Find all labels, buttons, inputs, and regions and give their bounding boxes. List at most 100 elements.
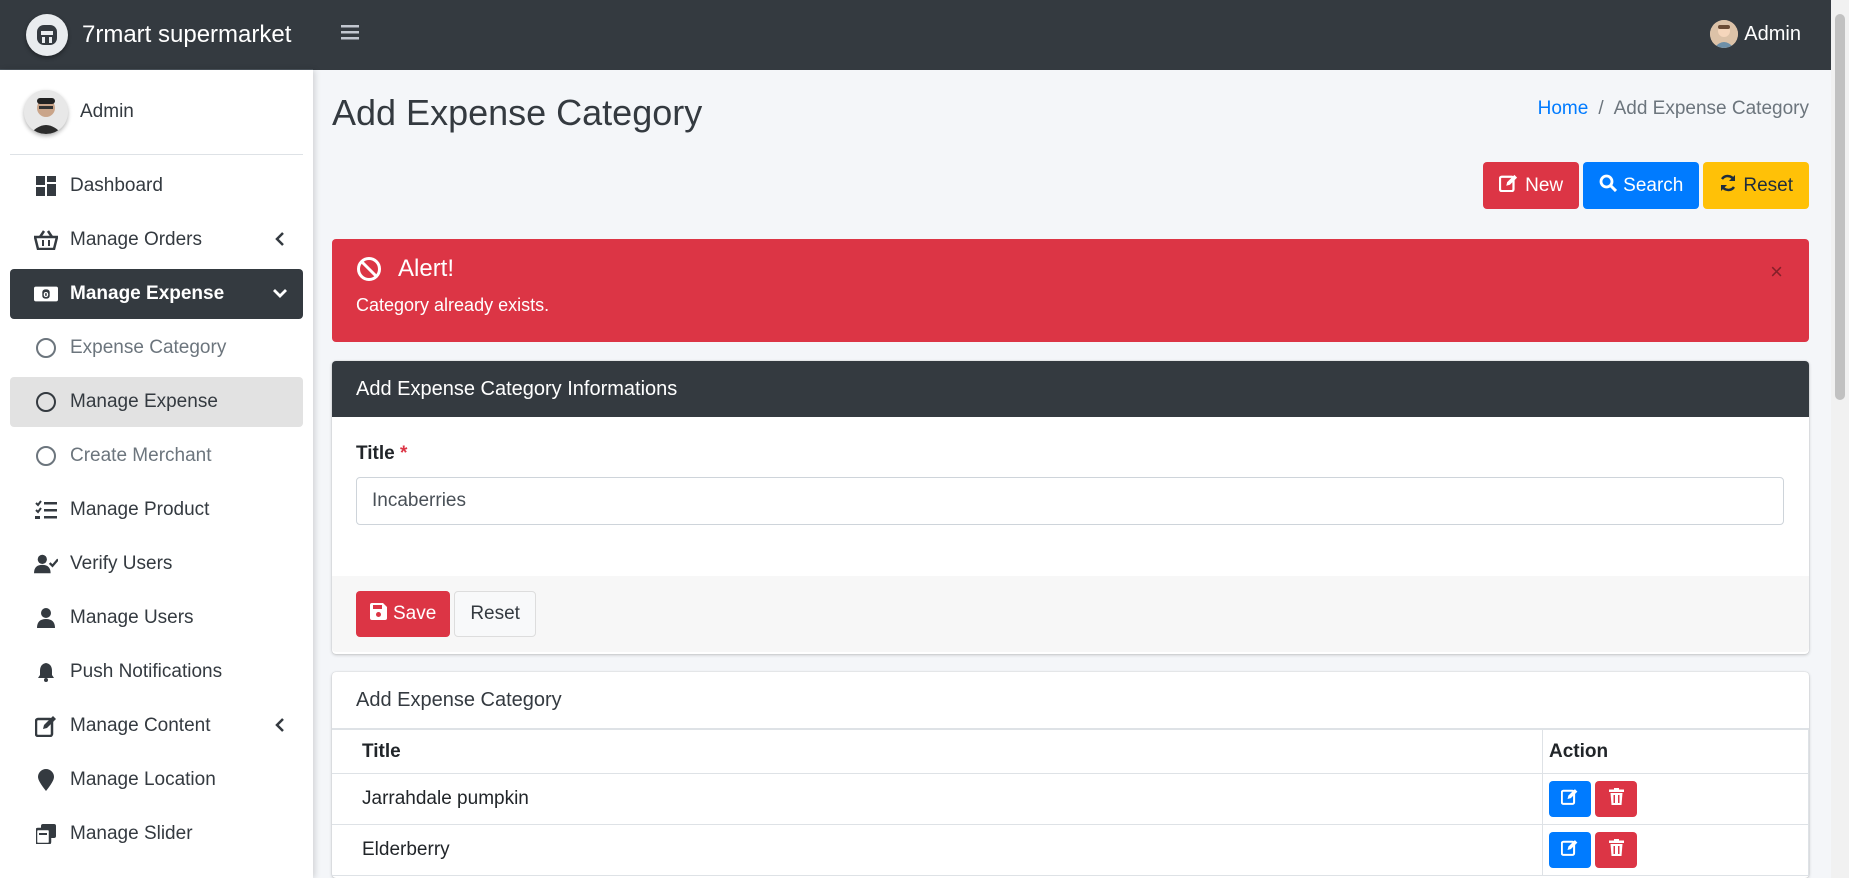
top-user-name: Admin (1744, 22, 1801, 45)
user-icon (34, 606, 58, 630)
svg-text:0: 0 (43, 290, 48, 299)
row-title-cell: Jarrahdale pumpkin (332, 773, 1543, 825)
edit-row-button[interactable] (1549, 781, 1591, 817)
page-title: Add Expense Category (332, 92, 703, 133)
save-button[interactable]: Save (356, 591, 451, 637)
search-icon (1599, 174, 1618, 198)
sidebar-item-dashboard[interactable]: Dashboard (10, 161, 303, 211)
edit-icon (34, 714, 58, 738)
map-marker-icon (34, 768, 58, 792)
sidebar-item-manage-expense[interactable]: 0 Manage Expense (10, 269, 303, 319)
money-icon: 0 (34, 282, 58, 306)
dashboard-icon (34, 174, 58, 198)
breadcrumb: Home / Add Expense Category (1538, 98, 1809, 120)
breadcrumb-current: Add Expense Category (1613, 98, 1809, 119)
hamburger-menu-icon[interactable] (340, 22, 366, 48)
user-avatar-icon (1710, 20, 1739, 48)
sidebar-item-label: Manage Slider (70, 823, 193, 844)
sidebar-item-expense-category[interactable]: Expense Category (10, 323, 303, 373)
sidebar-item-label: Manage Users (70, 607, 194, 628)
required-mark: * (400, 443, 408, 464)
sidebar-item-manage-expense-sub[interactable]: Manage Expense (10, 377, 303, 427)
form-card-header: Add Expense Category Informations (332, 361, 1809, 417)
search-button-label: Search (1623, 174, 1684, 196)
row-action-cell (1542, 824, 1809, 876)
sidebar-item-create-merchant[interactable]: Create Merchant (10, 431, 303, 481)
sidebar-item-manage-location[interactable]: Manage Location (10, 755, 303, 805)
page-actions: New Search Reset (1483, 162, 1809, 209)
chevron-left-icon (271, 230, 289, 248)
circle-icon (34, 336, 58, 360)
sidebar-item-label: Manage Expense (70, 283, 225, 304)
form-footer: Save Reset (332, 576, 1809, 652)
sidebar-item-manage-orders[interactable]: Manage Orders (10, 215, 303, 265)
category-form-card: Add Expense Category Informations Title … (332, 361, 1809, 654)
sidebar-user-name: Admin (80, 101, 134, 122)
basket-icon (34, 228, 58, 252)
table-header-row: Title Action (332, 729, 1809, 774)
top-user-menu[interactable]: Admin (1710, 20, 1801, 48)
circle-icon (34, 444, 58, 468)
sidebar-item-label: Manage Content (70, 715, 211, 736)
brand-link[interactable]: 7rmart supermarket (0, 0, 313, 70)
top-navbar: 7rmart supermarket Admin (0, 0, 1831, 70)
category-table: Title Action Jarrahdale pumpkin Elderber… (332, 729, 1809, 876)
brand-name: 7rmart supermarket (82, 20, 292, 48)
reset-form-button-label: Reset (470, 603, 520, 624)
sidebar-item-manage-content[interactable]: Manage Content (10, 701, 303, 751)
error-alert: Alert! Category already exists. × (332, 239, 1809, 342)
category-table-card: Add Expense Category Title Action Jarrah… (332, 672, 1809, 878)
sidebar-user-panel[interactable]: Admin (10, 70, 303, 155)
sidebar-item-label: Manage Expense (70, 391, 218, 412)
alert-title: Alert! (398, 255, 455, 282)
delete-row-button[interactable] (1595, 832, 1637, 868)
brand-logo-icon (26, 13, 68, 56)
sidebar-item-manage-users[interactable]: Manage Users (10, 593, 303, 643)
trash-icon (1608, 838, 1624, 862)
save-icon (370, 602, 387, 626)
close-icon[interactable]: × (1770, 259, 1783, 285)
table-row: Jarrahdale pumpkin (332, 773, 1809, 825)
edit-row-button[interactable] (1549, 832, 1591, 868)
edit-icon (1560, 839, 1579, 862)
new-button-label: New (1525, 174, 1564, 196)
page-scrollbar[interactable] (1831, 0, 1849, 878)
sidebar-item-label: Create Merchant (70, 445, 212, 466)
trash-icon (1608, 787, 1624, 811)
new-button[interactable]: New (1483, 162, 1580, 209)
sidebar-item-label: Push Notifications (70, 661, 223, 682)
bell-icon (34, 660, 58, 684)
tasks-icon (34, 498, 58, 522)
sidebar-item-label: Dashboard (70, 175, 163, 196)
breadcrumb-separator: / (1598, 98, 1604, 119)
breadcrumb-home-link[interactable]: Home (1538, 98, 1589, 120)
sidebar-item-label: Verify Users (70, 553, 173, 574)
sidebar-item-label: Manage Product (70, 499, 210, 520)
sidebar-item-verify-users[interactable]: Verify Users (10, 539, 303, 589)
column-header-title: Title (332, 729, 1543, 774)
slider-icon (34, 822, 58, 846)
column-header-action: Action (1542, 729, 1809, 774)
delete-row-button[interactable] (1595, 781, 1637, 817)
reset-top-button[interactable]: Reset (1703, 162, 1809, 209)
sidebar-item-label: Manage Location (70, 769, 216, 790)
reset-form-button[interactable]: Reset (454, 591, 536, 637)
sidebar-item-manage-slider[interactable]: Manage Slider (10, 809, 303, 859)
sidebar-item-push-notifications[interactable]: Push Notifications (10, 647, 303, 697)
search-button[interactable]: Search (1583, 162, 1700, 209)
edit-icon (1499, 174, 1519, 198)
edit-icon (1560, 788, 1579, 811)
table-card-title: Add Expense Category (332, 672, 1809, 729)
chevron-down-icon (271, 284, 289, 302)
sidebar-item-label: Expense Category (70, 337, 227, 358)
sync-icon (1719, 174, 1737, 198)
ban-icon (356, 256, 382, 282)
sidebar-item-manage-product[interactable]: Manage Product (10, 485, 303, 535)
title-input[interactable] (356, 477, 1784, 525)
title-label: Title * (356, 443, 408, 464)
save-button-label: Save (393, 603, 437, 624)
alert-message: Category already exists. (356, 295, 550, 315)
scrollbar-thumb[interactable] (1835, 14, 1845, 400)
table-row: Elderberry (332, 824, 1809, 876)
chevron-left-icon (271, 716, 289, 734)
